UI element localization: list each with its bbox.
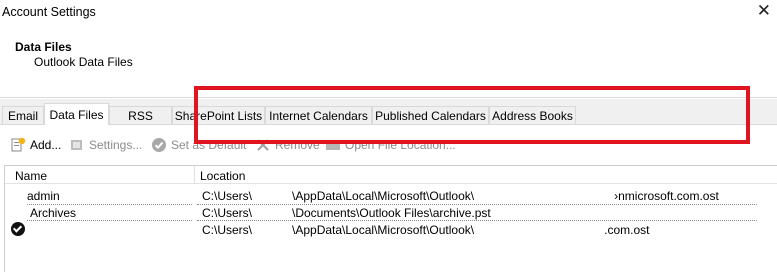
highlight-box bbox=[194, 86, 750, 144]
table-row[interactable]: admin C:\Users\ \AppData\Local\Microsoft… bbox=[5, 187, 777, 204]
add-file-icon bbox=[10, 137, 26, 153]
row-location: C:\Users\ \Documents\Outlook Files\archi… bbox=[202, 206, 491, 220]
close-icon[interactable]: ✕ bbox=[757, 2, 771, 20]
column-header-name[interactable]: Name bbox=[15, 169, 47, 183]
title-bar: Account Settings ✕ bbox=[0, 0, 777, 26]
header-title: Data Files bbox=[15, 40, 72, 54]
add-button[interactable]: Add... bbox=[10, 135, 61, 155]
add-label: Add... bbox=[30, 138, 62, 152]
tab-email[interactable]: Email bbox=[2, 106, 44, 124]
settings-label: Settings... bbox=[89, 138, 143, 152]
tab-data-files[interactable]: Data Files bbox=[44, 103, 109, 125]
checkmark-circle-icon bbox=[151, 137, 167, 153]
row-name: admin bbox=[27, 189, 60, 203]
default-checkmark-icon bbox=[11, 222, 25, 236]
column-header-location[interactable]: Location bbox=[200, 169, 245, 183]
header-subtitle: Outlook Data Files bbox=[34, 55, 133, 69]
row-location: C:\Users\ \AppData\Local\Microsoft\Outlo… bbox=[202, 189, 719, 203]
settings-icon bbox=[69, 137, 85, 153]
table-row[interactable]: Archives C:\Users\ \Documents\Outlook Fi… bbox=[5, 204, 777, 221]
tab-rss-feeds[interactable]: RSS Feeds bbox=[109, 106, 172, 137]
settings-button[interactable]: Settings... bbox=[69, 135, 142, 155]
data-files-panel: Add... Settings... Set as Default Remove bbox=[0, 124, 777, 272]
window-title: Account Settings bbox=[2, 5, 96, 19]
column-separator[interactable] bbox=[194, 166, 195, 184]
table-row[interactable]: C:\Users\ \AppData\Local\Microsoft\Outlo… bbox=[5, 221, 777, 238]
data-files-table: Name Location admin C:\Users\ \AppData\L… bbox=[4, 165, 777, 272]
row-name: Archives bbox=[30, 206, 77, 220]
table-header: Name Location bbox=[5, 166, 777, 184]
row-location: C:\Users\ \AppData\Local\Microsoft\Outlo… bbox=[202, 223, 650, 237]
